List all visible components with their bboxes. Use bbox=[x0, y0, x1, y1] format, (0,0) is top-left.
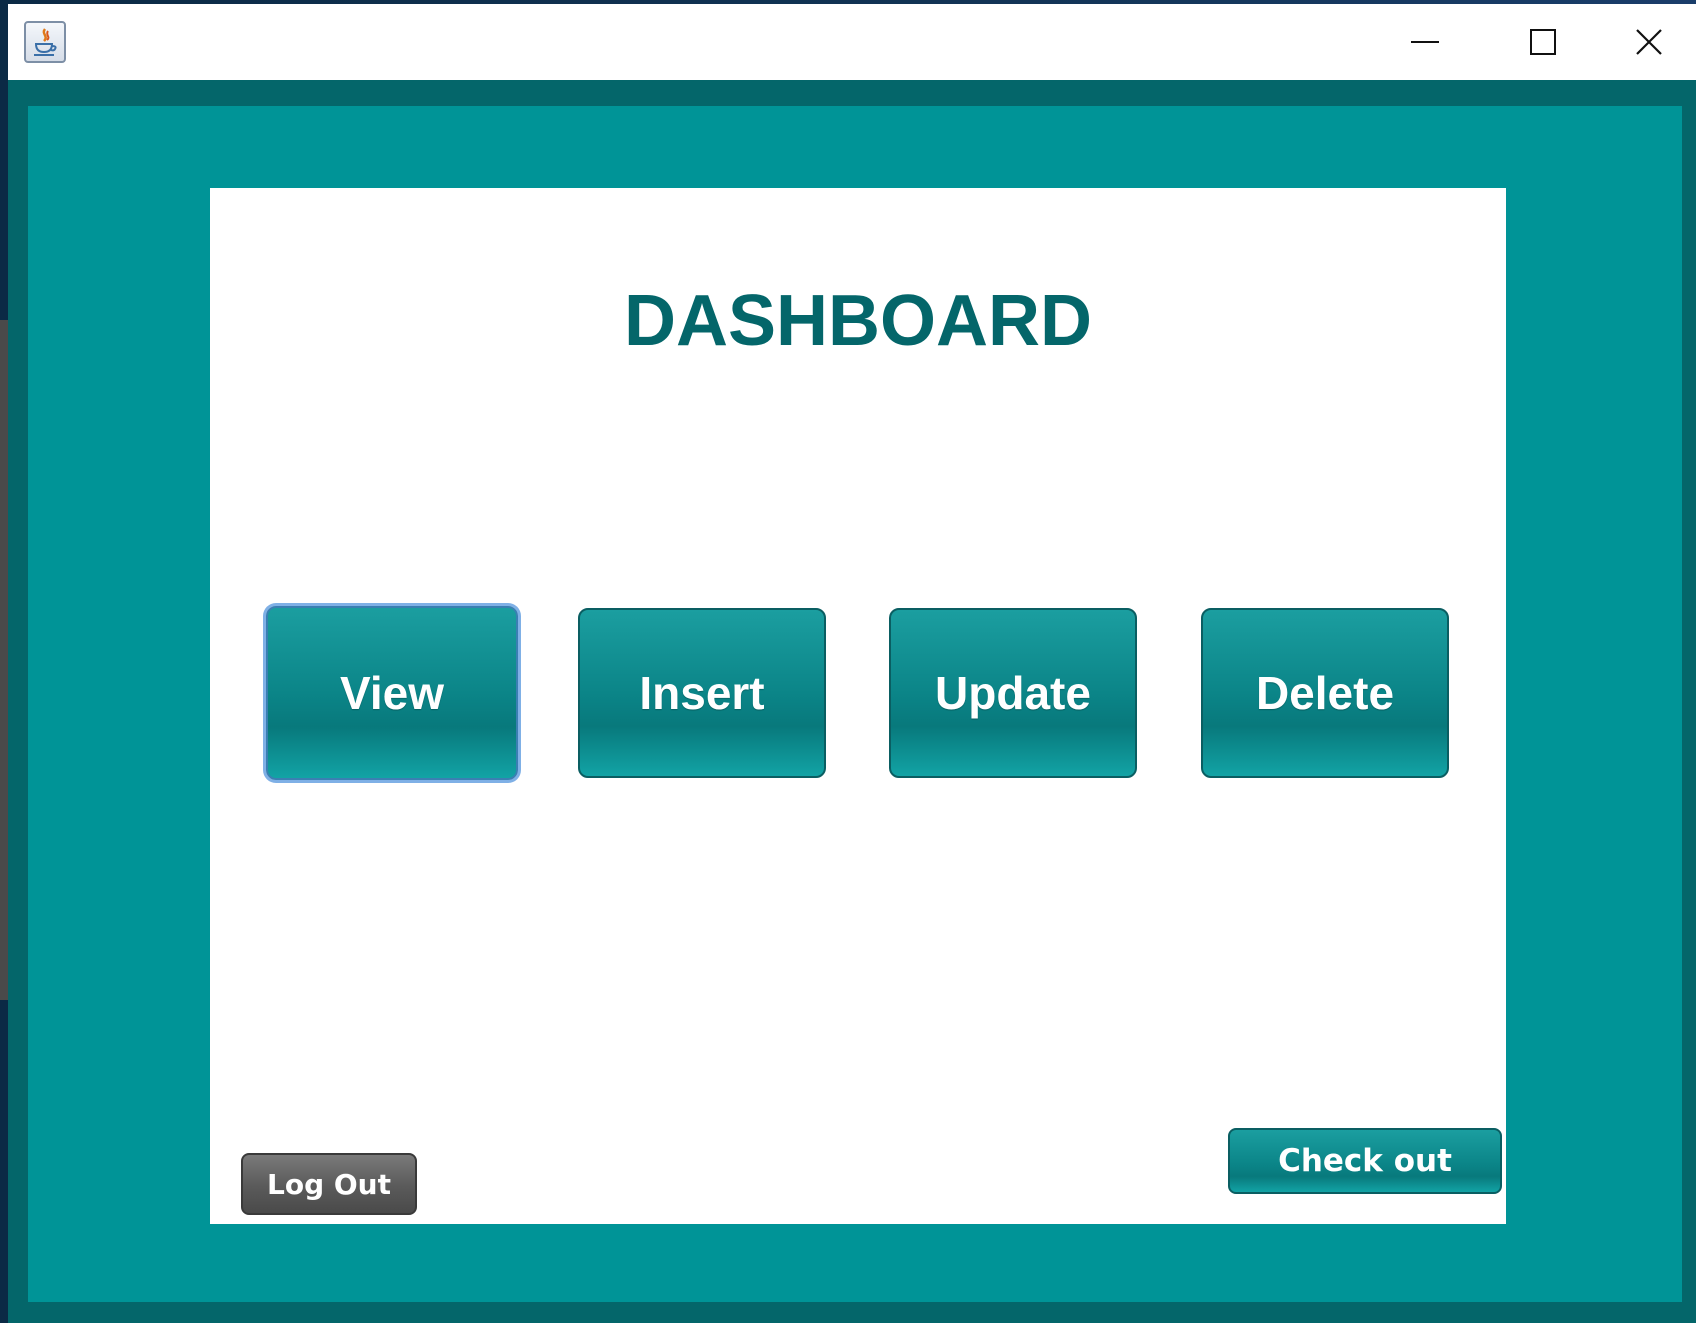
outer-panel: DASHBOARD View Insert Update Delete Log … bbox=[28, 106, 1682, 1302]
close-icon[interactable] bbox=[1602, 4, 1696, 80]
maximize-icon[interactable] bbox=[1484, 4, 1602, 80]
view-button[interactable]: View bbox=[266, 606, 518, 780]
app-window: DASHBOARD View Insert Update Delete Log … bbox=[8, 4, 1696, 1323]
delete-button[interactable]: Delete bbox=[1201, 608, 1449, 778]
insert-button[interactable]: Insert bbox=[578, 608, 826, 778]
desktop-edge bbox=[0, 320, 8, 1000]
checkout-button[interactable]: Check out bbox=[1228, 1128, 1502, 1194]
logout-button[interactable]: Log Out bbox=[241, 1153, 417, 1215]
java-cup-icon[interactable] bbox=[24, 21, 66, 63]
page-title: DASHBOARD bbox=[624, 281, 1092, 361]
dashboard-card: DASHBOARD View Insert Update Delete Log … bbox=[210, 188, 1506, 1224]
update-button[interactable]: Update bbox=[889, 608, 1137, 778]
desktop-background: DASHBOARD View Insert Update Delete Log … bbox=[0, 0, 1696, 1323]
title-bar bbox=[8, 4, 1696, 80]
minimize-icon[interactable] bbox=[1366, 4, 1484, 80]
